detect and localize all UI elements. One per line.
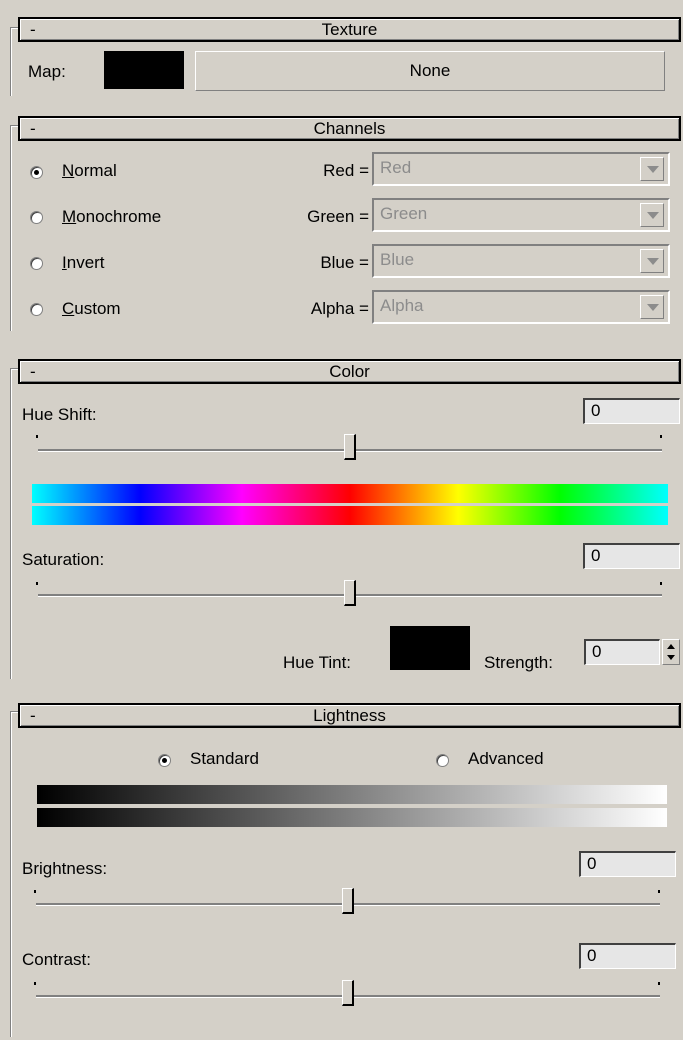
chevron-down-icon[interactable] <box>640 295 664 319</box>
dropdown-value: Alpha <box>380 296 424 315</box>
red-mapping-label: Red = <box>323 161 369 180</box>
standard-radio[interactable] <box>158 754 171 767</box>
alpha-channel-dropdown[interactable]: Alpha <box>372 290 670 324</box>
texture-rollout-header[interactable]: - Texture <box>18 17 681 42</box>
rollout-title: Channels <box>313 119 386 138</box>
channels-rollout-header[interactable]: - Channels <box>18 116 681 141</box>
alpha-mapping-label: Alpha = <box>310 299 369 318</box>
advanced-radio-label[interactable]: Advanced <box>468 749 544 769</box>
hue-gradient-result <box>32 506 668 525</box>
contrast-slider-thumb[interactable] <box>342 980 354 1006</box>
monochrome-radio-label[interactable]: Monochrome <box>62 207 161 227</box>
map-none-button[interactable]: None <box>195 51 665 91</box>
slider-min-tick <box>36 582 38 585</box>
slider-max-tick <box>660 582 662 585</box>
channels-rollout-bracket <box>10 125 19 331</box>
lightness-rollout-bracket <box>10 711 19 1037</box>
normal-radio-label[interactable]: Normal <box>62 161 117 181</box>
strength-field[interactable]: 0 <box>584 639 660 665</box>
slider-min-tick <box>36 435 38 438</box>
map-label: Map: <box>28 62 66 81</box>
color-rollout-header[interactable]: - Color <box>18 359 681 384</box>
contrast-label: Contrast: <box>22 950 91 969</box>
saturation-slider-thumb[interactable] <box>344 580 356 606</box>
hue-tint-label: Hue Tint: <box>283 653 352 672</box>
dropdown-value: Green <box>380 204 428 223</box>
hue-shift-field[interactable]: 0 <box>583 398 680 424</box>
lightness-gradient-reference <box>37 785 667 804</box>
rollout-title: Color <box>329 362 370 381</box>
blue-channel-dropdown[interactable]: Blue <box>372 244 670 278</box>
dropdown-value: Blue <box>380 250 415 269</box>
strength-label: Strength: <box>484 653 553 672</box>
hue-tint-color-swatch[interactable] <box>390 626 470 670</box>
slider-max-tick <box>658 890 660 893</box>
invert-radio-label[interactable]: Invert <box>62 253 105 273</box>
slider-max-tick <box>658 982 660 985</box>
custom-radio[interactable] <box>30 303 43 316</box>
hue-shift-label: Hue Shift: <box>22 405 97 424</box>
red-channel-dropdown[interactable]: Red <box>372 152 670 186</box>
dropdown-value: Red <box>380 158 412 177</box>
spinner-arrows-icon <box>667 644 675 660</box>
normal-radio[interactable] <box>30 166 43 179</box>
map-color-swatch[interactable] <box>104 51 184 89</box>
color-rollout-bracket <box>10 368 19 679</box>
blue-mapping-label: Blue = <box>320 253 369 272</box>
rollout-title: Texture <box>321 20 378 39</box>
green-mapping-label: Green = <box>307 207 369 226</box>
custom-radio-label[interactable]: Custom <box>62 299 121 319</box>
slider-min-tick <box>34 982 36 985</box>
saturation-field[interactable]: 0 <box>583 543 680 569</box>
chevron-down-icon[interactable] <box>640 249 664 273</box>
strength-spinner[interactable] <box>662 639 680 665</box>
advanced-radio[interactable] <box>436 754 449 767</box>
rollout-title: Lightness <box>313 706 386 725</box>
lightness-rollout-header[interactable]: - Lightness <box>18 703 681 728</box>
green-channel-dropdown[interactable]: Green <box>372 198 670 232</box>
hue-gradient-reference <box>32 484 668 503</box>
invert-radio[interactable] <box>30 257 43 270</box>
hue-shift-slider-thumb[interactable] <box>344 434 356 460</box>
standard-radio-label[interactable]: Standard <box>190 749 259 769</box>
slider-min-tick <box>34 890 36 893</box>
brightness-slider-thumb[interactable] <box>342 888 354 914</box>
slider-max-tick <box>660 435 662 438</box>
monochrome-radio[interactable] <box>30 211 43 224</box>
brightness-label: Brightness: <box>22 859 108 878</box>
brightness-field[interactable]: 0 <box>579 851 676 877</box>
chevron-down-icon[interactable] <box>640 203 664 227</box>
contrast-field[interactable]: 0 <box>579 943 676 969</box>
lightness-gradient-result <box>37 808 667 827</box>
saturation-label: Saturation: <box>22 550 105 569</box>
chevron-down-icon[interactable] <box>640 157 664 181</box>
